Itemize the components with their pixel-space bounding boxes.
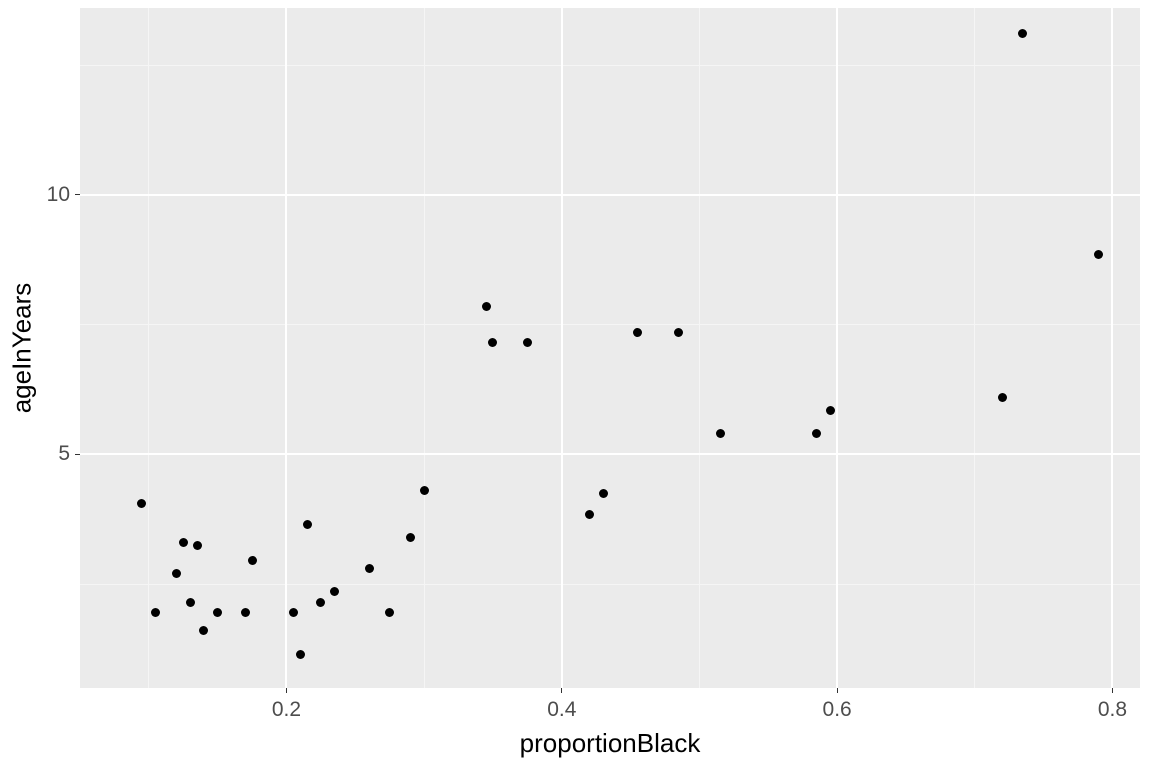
gridline-minor-h: [80, 324, 1140, 325]
plot-panel: [80, 8, 1140, 688]
data-point: [316, 598, 325, 607]
data-point: [241, 608, 250, 617]
data-point: [296, 650, 305, 659]
data-point: [365, 564, 374, 573]
x-axis-title: proportionBlack: [520, 728, 701, 759]
data-point: [585, 510, 594, 519]
data-point: [1094, 250, 1103, 259]
data-point: [199, 626, 208, 635]
gridline-minor-v: [699, 8, 700, 688]
data-point: [488, 338, 497, 347]
data-point: [420, 486, 429, 495]
x-tick-label: 0.6: [823, 698, 852, 722]
data-point: [406, 533, 415, 542]
data-point: [193, 541, 202, 550]
x-tick: [561, 688, 562, 693]
data-point: [179, 538, 188, 547]
data-point: [812, 429, 821, 438]
data-point: [998, 393, 1007, 402]
gridline-minor-v: [148, 8, 149, 688]
gridline-major-v: [1111, 8, 1113, 688]
x-tick-label: 0.2: [272, 698, 301, 722]
x-tick-label: 0.8: [1098, 698, 1127, 722]
gridline-minor-v: [974, 8, 975, 688]
y-tick-label: 5: [58, 442, 70, 466]
data-point: [826, 406, 835, 415]
data-point: [482, 302, 491, 311]
data-point: [674, 328, 683, 337]
gridline-major-h: [80, 453, 1140, 455]
x-tick: [837, 688, 838, 693]
x-tick: [1112, 688, 1113, 693]
gridline-minor-v: [424, 8, 425, 688]
data-point: [289, 608, 298, 617]
data-point: [248, 556, 257, 565]
data-point: [172, 569, 181, 578]
gridline-major-h: [80, 194, 1140, 196]
data-point: [330, 587, 339, 596]
gridline-minor-h: [80, 584, 1140, 585]
y-axis-title: ageInYears: [7, 283, 38, 414]
gridline-minor-h: [80, 65, 1140, 66]
gridline-major-v: [285, 8, 287, 688]
data-point: [599, 489, 608, 498]
x-tick: [286, 688, 287, 693]
scatter-chart: ageInYears proportionBlack 0.2 0.4 0.6 0.8 5…: [0, 0, 1152, 768]
data-point: [186, 598, 195, 607]
data-point: [213, 608, 222, 617]
data-point: [716, 429, 725, 438]
y-tick: [75, 194, 80, 195]
data-point: [151, 608, 160, 617]
data-point: [1018, 29, 1027, 38]
data-point: [385, 608, 394, 617]
y-tick-label: 10: [47, 183, 70, 207]
data-point: [303, 520, 312, 529]
data-point: [523, 338, 532, 347]
data-point: [633, 328, 642, 337]
data-point: [137, 499, 146, 508]
y-tick: [75, 454, 80, 455]
x-tick-label: 0.4: [547, 698, 576, 722]
gridline-major-v: [836, 8, 838, 688]
gridline-major-v: [561, 8, 563, 688]
